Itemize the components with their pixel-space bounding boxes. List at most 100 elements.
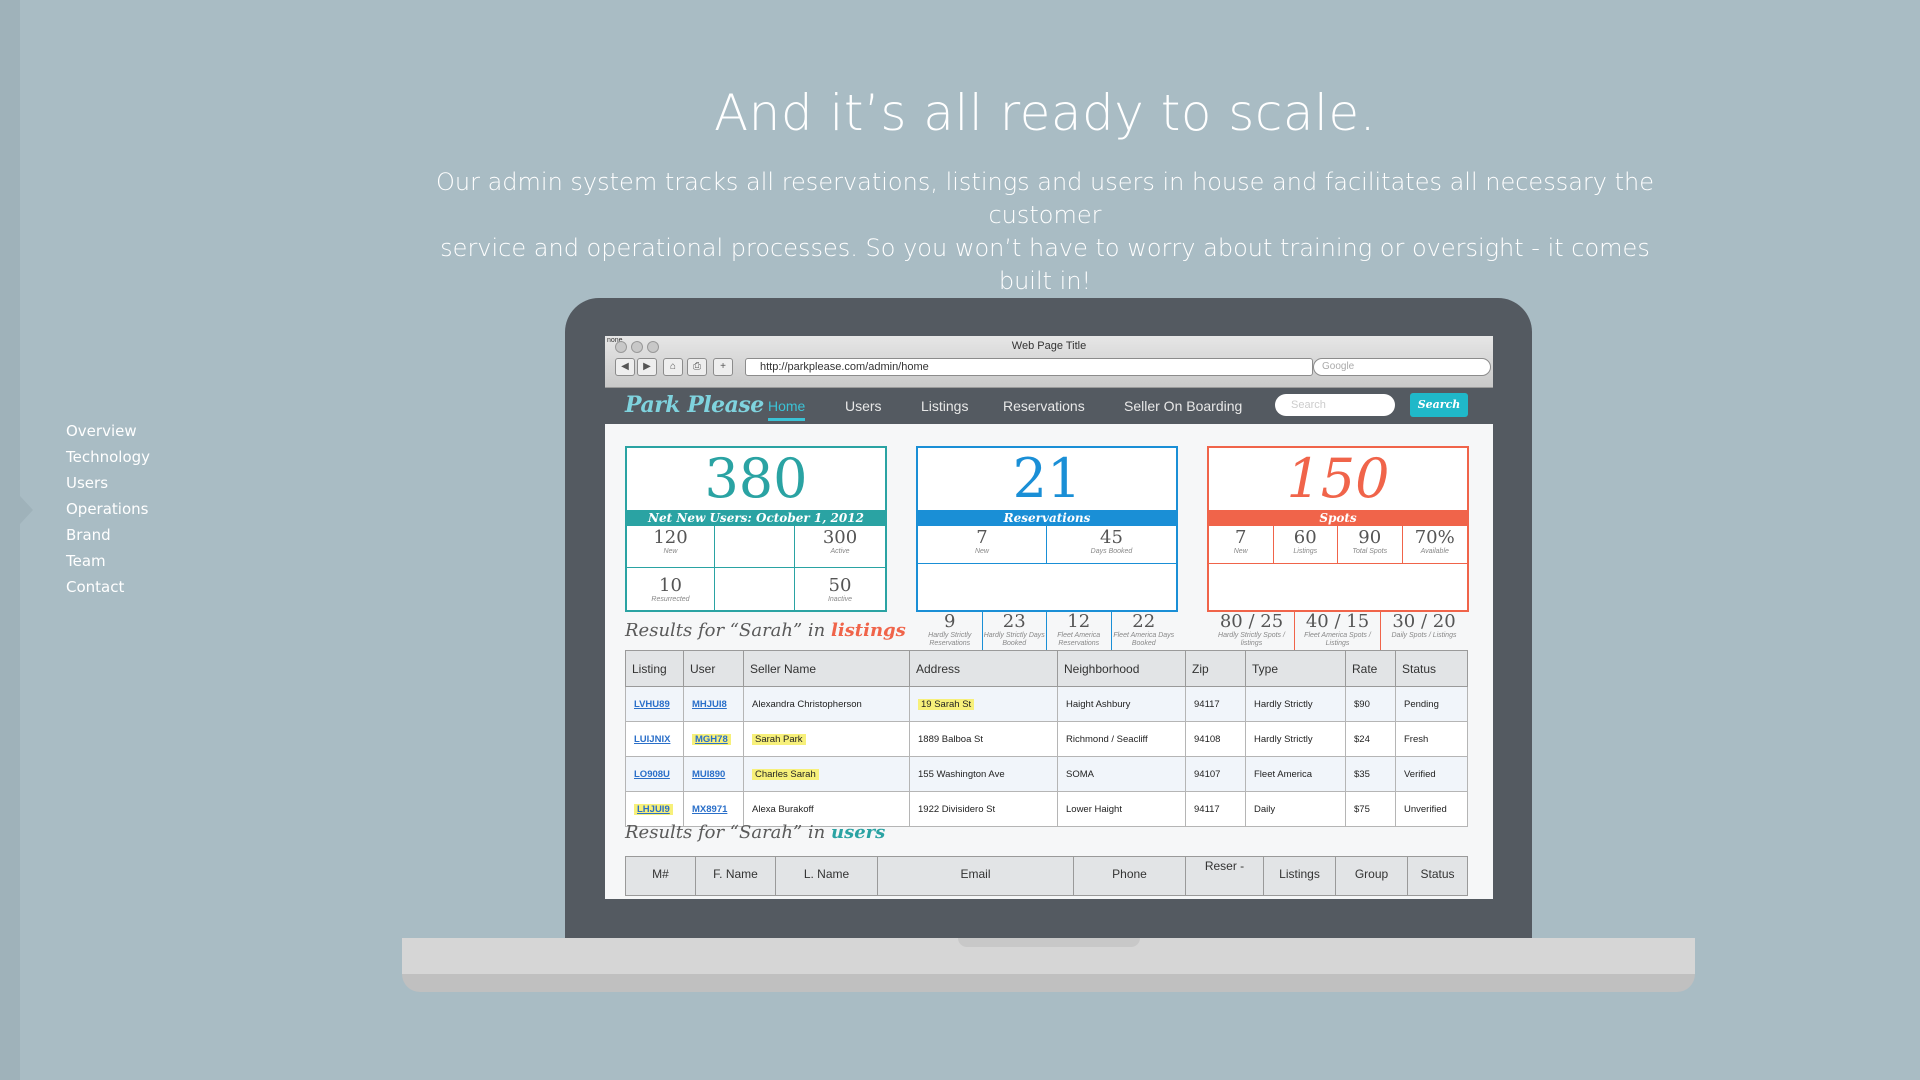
spots-value: 150 — [1286, 447, 1390, 510]
col-neighborhood[interactable]: Neighborhood — [1057, 650, 1186, 687]
nav-overview[interactable]: Overview — [66, 418, 150, 444]
type: Hardly Strictly — [1245, 721, 1346, 757]
listings-table: Listing User Seller Name Address Neighbo… — [625, 650, 1468, 827]
laptop-notch — [958, 938, 1140, 947]
net-new-users-label: Net New Users: October 1, 2012 — [627, 510, 885, 526]
tab-listings[interactable]: Listings — [921, 398, 968, 414]
left-edge-strip — [0, 0, 20, 1080]
stat-cell: 70% Available — [1402, 526, 1467, 564]
col-user-status[interactable]: Status — [1408, 857, 1467, 895]
col-zip[interactable]: Zip — [1185, 650, 1246, 687]
col-phone[interactable]: Phone — [1074, 857, 1186, 895]
rate: $35 — [1345, 756, 1396, 792]
browser-search-input[interactable]: Google — [1313, 358, 1491, 376]
spots-card[interactable]: 150 Spots 7 New 60 Listings 90 Total Spots … — [1207, 446, 1469, 656]
stat-cell: 300 Active — [795, 526, 885, 568]
col-status[interactable]: Status — [1395, 650, 1468, 687]
nav-brand[interactable]: Brand — [66, 522, 150, 548]
stat-cell-empty — [715, 526, 795, 568]
app-search-input[interactable]: Search — [1275, 394, 1395, 416]
col-last-name[interactable]: L. Name — [776, 857, 878, 895]
col-seller-name[interactable]: Seller Name — [743, 650, 910, 687]
seller-name: Sarah Park — [752, 733, 806, 745]
reservations-value: 21 — [1012, 447, 1082, 510]
nav-team[interactable]: Team — [66, 548, 150, 574]
users-heading-prefix: Results for “Sarah” in — [625, 822, 831, 843]
user-link[interactable]: MX8971 — [692, 804, 727, 815]
seller-name: Charles Sarah — [752, 768, 819, 780]
url-bar[interactable]: http://parkplease.com/admin/home — [745, 358, 1313, 376]
forward-icon[interactable]: ▶ — [637, 358, 657, 376]
stat-cell: 60 Listings — [1273, 526, 1338, 564]
stat-cell: 90 Total Spots — [1338, 526, 1403, 564]
col-address[interactable]: Address — [909, 650, 1058, 687]
listing-link[interactable]: LO908U — [634, 769, 670, 780]
user-link[interactable]: MHJUI8 — [692, 699, 727, 710]
tab-users[interactable]: Users — [845, 398, 882, 414]
col-group[interactable]: Group — [1336, 857, 1408, 895]
user-link[interactable]: MGH78 — [692, 733, 731, 745]
col-listing[interactable]: Listing — [625, 650, 684, 687]
col-reservations[interactable]: Reser - — [1186, 857, 1264, 895]
active-nav-marker — [20, 496, 33, 524]
col-member-number[interactable]: M# — [626, 857, 696, 895]
home-icon[interactable]: ⌂ — [663, 358, 683, 376]
user-link[interactable]: MUI890 — [692, 769, 725, 780]
tab-reservations[interactable]: Reservations — [1003, 398, 1085, 414]
col-email[interactable]: Email — [878, 857, 1074, 895]
print-icon[interactable]: ⎙ — [687, 358, 707, 376]
stat-cell: 7 New — [918, 526, 1047, 564]
dashboard-content: 380 Net New Users: October 1, 2012 120 Ne… — [605, 424, 1493, 899]
tab-home[interactable]: Home — [768, 398, 806, 421]
listing-link[interactable]: LVHU89 — [634, 699, 670, 710]
nav-technology[interactable]: Technology — [66, 444, 150, 470]
add-bookmark-icon[interactable]: + — [713, 358, 733, 376]
zip: 94117 — [1185, 791, 1246, 827]
table-row[interactable]: LVHU89 MHJUI8 Alexandra Christopherson 1… — [625, 686, 1468, 722]
listings-heading-keyword: listings — [831, 620, 906, 641]
zip: 94108 — [1185, 721, 1246, 757]
rate: $75 — [1345, 791, 1396, 827]
reservations-card[interactable]: 21 Reservations 7 New 45 Days Booked 9 Hard… — [916, 446, 1178, 656]
neighborhood: Haight Ashbury — [1057, 686, 1186, 722]
stat-cell: 10 Resurrected — [627, 568, 715, 610]
back-icon[interactable]: ◀ — [615, 358, 635, 376]
tab-seller-on-boarding[interactable]: Seller On Boarding — [1124, 398, 1242, 414]
table-row[interactable]: LUIJNIX MGH78 Sarah Park 1889 Balboa St … — [625, 721, 1468, 757]
listings-results-heading: Results for “Sarah” in listings — [625, 620, 906, 641]
app-nav: Park Please Home Users Listings Reservat… — [605, 388, 1493, 424]
window-title: Web Page Title — [1011, 340, 1087, 352]
address: 155 Washington Ave — [909, 756, 1058, 792]
rate: $24 — [1345, 721, 1396, 757]
address: 19 Sarah St — [918, 698, 975, 710]
page-headline: And it’s all ready to scale. — [713, 84, 1377, 142]
col-user[interactable]: User — [683, 650, 744, 687]
nav-contact[interactable]: Contact — [66, 574, 150, 600]
reservations-top-grid: 7 New 45 Days Booked — [918, 526, 1176, 610]
listings-header-row: Listing User Seller Name Address Neighbo… — [625, 650, 1468, 687]
neighborhood: Richmond / Seacliff — [1057, 721, 1186, 757]
col-rate[interactable]: Rate — [1345, 650, 1396, 687]
app-search-button[interactable]: Search — [1410, 393, 1468, 417]
table-row[interactable]: LO908U MUI890 Charles Sarah 155 Washingt… — [625, 756, 1468, 792]
laptop-base-bottom — [402, 974, 1695, 992]
listing-link[interactable]: LUIJNIX — [634, 734, 670, 745]
subtext-line-1: Our admin system tracks all reservations… — [436, 168, 1654, 229]
nav-operations[interactable]: Operations — [66, 496, 150, 522]
seller-name: Alexandra Christopherson — [743, 686, 910, 722]
users-results-heading: Results for “Sarah” in users — [625, 822, 885, 843]
park-please-logo[interactable]: Park Please — [625, 392, 764, 418]
status: Verified — [1395, 756, 1468, 792]
rate: $90 — [1345, 686, 1396, 722]
neighborhood: Lower Haight — [1057, 791, 1186, 827]
page-subtext: Our admin system tracks all reservations… — [420, 166, 1670, 298]
listing-link[interactable]: LHJUI9 — [634, 803, 673, 815]
listings-heading-prefix: Results for “Sarah” in — [625, 620, 831, 641]
net-new-users-card[interactable]: 380 Net New Users: October 1, 2012 120 Ne… — [625, 446, 887, 612]
col-first-name[interactable]: F. Name — [696, 857, 776, 895]
col-type[interactable]: Type — [1245, 650, 1346, 687]
col-listings[interactable]: Listings — [1264, 857, 1336, 895]
zip: 94107 — [1185, 756, 1246, 792]
spots-label: Spots — [1209, 510, 1467, 526]
nav-users[interactable]: Users — [66, 470, 150, 496]
